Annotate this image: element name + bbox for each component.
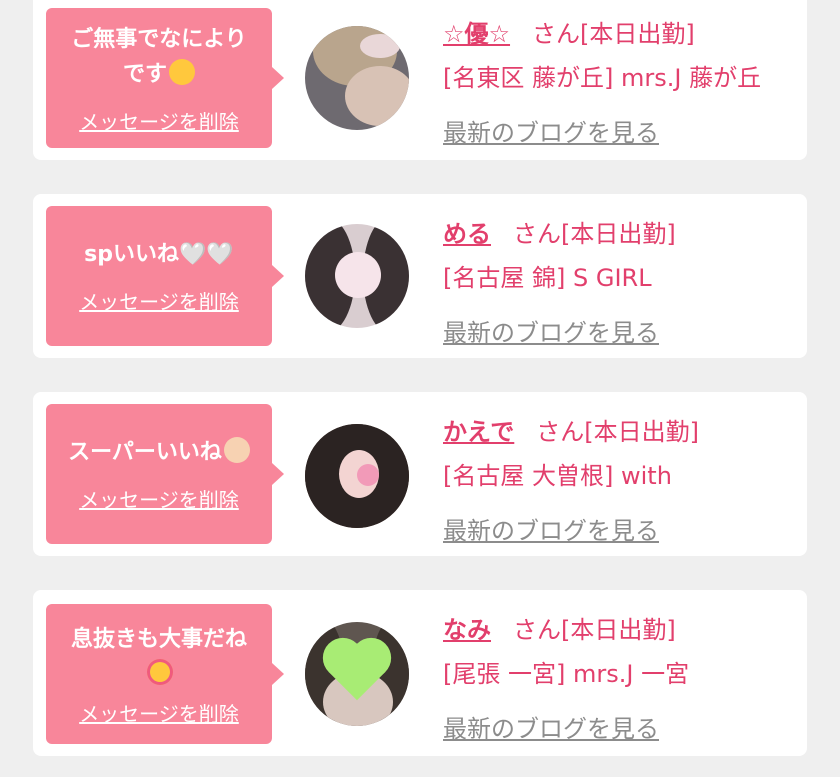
message-bubble: ご無事でなにより です メッセージを削除 [46, 8, 284, 148]
latest-blog-link[interactable]: 最新のブログを見る [443, 709, 797, 744]
status-label: [本日出勤] [584, 418, 700, 446]
latest-blog-link[interactable]: 最新のブログを見る [443, 113, 797, 148]
message-bubble: スーパーいいね メッセージを削除 [46, 404, 284, 544]
shop-label: [名古屋 大曽根] with [443, 462, 672, 490]
profile-info: なみ さん[本日出勤] [尾張 一宮] mrs.J 一宮 最新のブログを見る [443, 610, 797, 744]
shop-label: [名東区 藤が丘] mrs.J 藤が丘 [443, 64, 762, 92]
smiling-face-with-hearts-emoji-icon [147, 658, 173, 685]
profile-info: める さん[本日出勤] [名古屋 錦] S GIRL 最新のブログを見る [443, 214, 797, 348]
message-bubble: 息抜きも大事だね メッセージを削除 [46, 604, 284, 744]
smiling-face-emoji-icon [169, 58, 195, 85]
shop-label: [尾張 一宮] mrs.J 一宮 [443, 660, 690, 688]
baby-emoji-icon [223, 437, 250, 463]
delete-message-link[interactable]: メッセージを削除 [52, 106, 266, 135]
message-text: ご無事でなにより です [71, 26, 247, 87]
message-card: 息抜きも大事だね メッセージを削除 なみ さん[本日出勤] [尾張 一宮] mrs… [33, 590, 807, 756]
profile-info: ☆優☆ さん[本日出勤] [名東区 藤が丘] mrs.J 藤が丘 最新のブログを見… [443, 14, 797, 148]
avatar[interactable] [305, 224, 409, 328]
message-text: 息抜きも大事だね [52, 622, 266, 692]
status-label: [本日出勤] [561, 616, 676, 644]
girl-name-link[interactable]: める [443, 220, 491, 248]
message-card: spいいね🤍🤍 メッセージを削除 める さん[本日出勤] [名古屋 錦] S GI… [33, 194, 807, 358]
delete-message-link[interactable]: メッセージを削除 [52, 484, 266, 513]
message-card: ご無事でなにより です メッセージを削除 ☆優☆ さん[本日出勤] [名東区 藤が… [33, 0, 807, 160]
message-card: スーパーいいね メッセージを削除 かえで さん[本日出勤] [名古屋 大曽根] w… [33, 392, 807, 556]
girl-name-link[interactable]: なみ [443, 616, 491, 644]
status-label: [本日出勤] [580, 20, 695, 48]
girl-name-link[interactable]: ☆優☆ [443, 20, 510, 48]
latest-blog-link[interactable]: 最新のブログを見る [443, 511, 797, 546]
girl-name-link[interactable]: かえで [443, 418, 514, 446]
message-text: spいいね🤍🤍 [84, 242, 234, 267]
profile-info: かえで さん[本日出勤] [名古屋 大曽根] with 最新のブログを見る [443, 412, 797, 546]
avatar[interactable] [305, 26, 409, 130]
delete-message-link[interactable]: メッセージを削除 [52, 698, 266, 727]
message-text: スーパーいいね [52, 435, 266, 470]
latest-blog-link[interactable]: 最新のブログを見る [443, 313, 797, 348]
shop-label: [名古屋 錦] S GIRL [443, 264, 652, 292]
status-label: [本日出勤] [561, 220, 676, 248]
delete-message-link[interactable]: メッセージを削除 [52, 286, 266, 315]
avatar[interactable] [305, 424, 409, 528]
message-bubble: spいいね🤍🤍 メッセージを削除 [46, 206, 284, 346]
avatar[interactable] [305, 622, 409, 726]
